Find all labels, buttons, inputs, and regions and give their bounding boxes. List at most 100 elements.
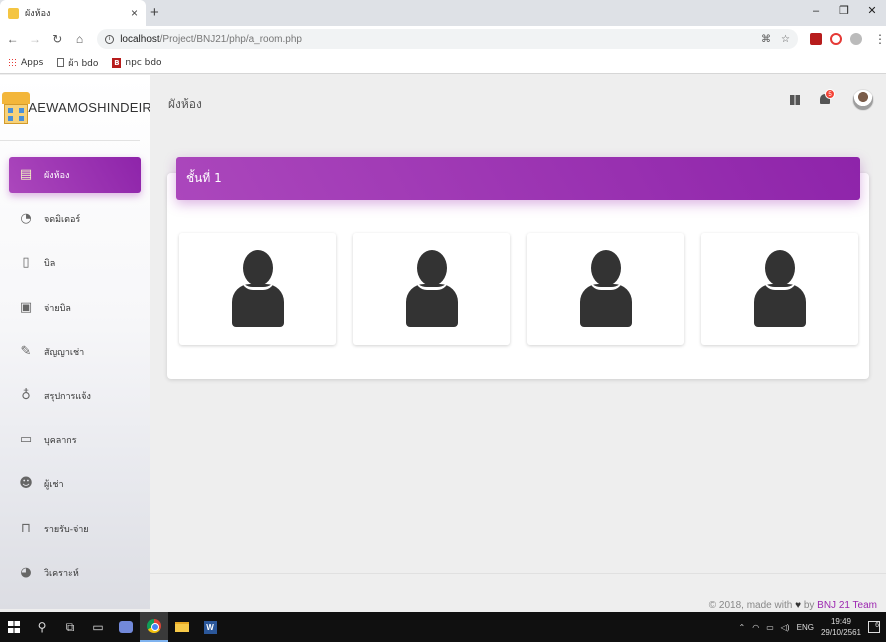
translate-icon[interactable]: ⌘	[761, 34, 771, 45]
footer: © 2018, made with ♥ by BNJ 21 Team	[708, 600, 877, 611]
sidebar-item-label: จ่ายบิล	[44, 303, 71, 314]
browser-tabbar: ผังห้อง × + – ❐ ✕	[0, 0, 886, 26]
url-host: localhost	[120, 33, 160, 45]
bookmark-apps[interactable]: Apps	[8, 58, 43, 68]
sidebar-item-label: วิเคราะห์	[44, 568, 79, 579]
chrome-icon	[147, 619, 161, 633]
sidebar-item-label: ผู้เช่า	[44, 480, 64, 491]
sidebar-item-label: ผังห้อง	[44, 171, 70, 181]
dashboard-icon[interactable]	[790, 95, 800, 105]
bdo-icon: B	[112, 57, 122, 68]
heart-icon: ♥	[795, 600, 802, 611]
person-icon	[579, 250, 632, 328]
sidebar-item-label: บิล	[44, 259, 56, 270]
window-controls: – ❐ ✕	[802, 0, 886, 26]
browser-menu-icon[interactable]: ⋮	[874, 32, 886, 46]
brand[interactable]: OMAEWAMOSHINDEIRU	[0, 75, 150, 141]
sidebar-item-tenants[interactable]: ☻ ผู้เช่า	[9, 466, 141, 502]
sidebar-item-staff[interactable]: ▭ บุคลากร	[9, 422, 141, 458]
lightbulb-icon: ♁	[21, 387, 31, 403]
building-icon: ▤	[19, 167, 33, 182]
url-input[interactable]: i localhost /Project/BNJ21/php/a_room.ph…	[97, 29, 799, 49]
room-card[interactable]	[527, 233, 684, 345]
search-icon[interactable]: ⚲	[28, 612, 56, 642]
address-bar-row: ← → ↻ ⌂ i localhost /Project/BNJ21/php/a…	[0, 26, 886, 52]
forward-icon[interactable]: →	[25, 32, 44, 46]
topnav-icons: 5	[790, 89, 874, 111]
back-icon[interactable]: ←	[3, 32, 22, 46]
close-window-icon[interactable]: ✕	[858, 0, 886, 26]
edit-icon: ✎	[20, 343, 32, 359]
id-card-icon: ▭	[19, 432, 33, 448]
floor-header: ชั้นที่ 1	[176, 157, 860, 200]
minimize-icon[interactable]: –	[802, 0, 830, 26]
bookmarks-bar: Apps ผ้า bdo Bnpc bdo	[0, 52, 886, 74]
sidebar-menu: ▤ ผังห้อง ◔ จดมิเตอร์ ▯ บิล ▣ จ่ายบิล ✎ …	[9, 157, 141, 599]
favicon-icon	[8, 7, 19, 19]
person-icon	[753, 250, 806, 328]
language-indicator[interactable]: ENG	[797, 623, 814, 632]
sidebar-item-label: บุคลากร	[44, 436, 77, 447]
window-app-icon[interactable]: ▭	[84, 612, 112, 642]
site-info-icon[interactable]: i	[105, 34, 115, 44]
pie-chart-icon: ◕	[20, 564, 32, 580]
task-view-icon[interactable]: ⧉	[56, 612, 84, 642]
extension-icon[interactable]	[810, 33, 823, 45]
maximize-icon[interactable]: ❐	[830, 0, 858, 26]
avatar[interactable]	[852, 89, 874, 111]
bookmark-1[interactable]: ผ้า bdo	[57, 56, 98, 70]
sidebar-item-income-expense[interactable]: ⊓ รายรับ-จ่าย	[9, 511, 141, 547]
home-icon[interactable]: ⌂	[70, 32, 89, 46]
shopping-bag-icon: ⊓	[20, 520, 32, 536]
opera-extension-icon[interactable]	[830, 33, 843, 45]
system-tray: ⌃ ◠ ▭ ◁) ENG 19:49 29/10/2561 6	[739, 612, 886, 642]
wifi-icon[interactable]: ◠	[752, 623, 759, 632]
tab-close-icon[interactable]: ×	[131, 6, 138, 20]
person-icon	[231, 250, 284, 328]
sidebar-item-report-summary[interactable]: ♁ สรุปการแจ้ง	[9, 378, 141, 414]
star-icon[interactable]: ☆	[781, 34, 790, 45]
sidebar-item-lease[interactable]: ✎ สัญญาเช่า	[9, 334, 141, 370]
folder-icon	[175, 622, 189, 632]
room-card[interactable]	[701, 233, 858, 345]
room-card[interactable]	[353, 233, 510, 345]
browser-tab[interactable]: ผังห้อง ×	[0, 0, 146, 26]
team-link[interactable]: BNJ 21 Team	[817, 600, 877, 611]
footer-divider	[150, 573, 886, 574]
sidebar-item-room-layout[interactable]: ▤ ผังห้อง	[9, 157, 141, 193]
tab-title: ผังห้อง	[25, 9, 51, 19]
floor-title: ชั้นที่ 1	[186, 171, 222, 185]
taskbar-chrome[interactable]	[140, 612, 168, 642]
clock[interactable]: 19:49 29/10/2561	[821, 616, 861, 638]
room-card[interactable]	[179, 233, 336, 345]
notification-badge: 5	[825, 89, 835, 99]
page-title: ผังห้อง	[168, 97, 202, 111]
url-path: /Project/BNJ21/php/a_room.php	[159, 33, 302, 45]
sidebar-item-label: รายรับ-จ่าย	[44, 524, 89, 535]
battery-icon[interactable]: ▭	[766, 623, 774, 632]
apps-grid-icon	[8, 58, 17, 67]
sidebar-item-label: จดมิเตอร์	[44, 215, 81, 226]
money-icon: ▣	[19, 299, 33, 315]
document-icon: ▯	[22, 255, 30, 271]
new-tab-button[interactable]: +	[150, 4, 159, 21]
start-button[interactable]	[0, 612, 28, 642]
users-icon: ☻	[19, 476, 33, 492]
chevron-up-icon[interactable]: ⌃	[739, 623, 746, 632]
taskbar-word[interactable]: W	[196, 612, 224, 642]
taskbar-explorer[interactable]	[168, 612, 196, 642]
sidebar-item-meter[interactable]: ◔ จดมิเตอร์	[9, 201, 141, 237]
taskbar-discord[interactable]	[112, 612, 140, 642]
sidebar-item-pay-bill[interactable]: ▣ จ่ายบิล	[9, 290, 141, 326]
volume-icon[interactable]: ◁)	[781, 623, 790, 632]
reload-icon[interactable]: ↻	[48, 32, 67, 46]
action-center-icon[interactable]: 6	[868, 621, 880, 633]
sidebar-item-label: สัญญาเช่า	[44, 347, 85, 358]
word-icon: W	[203, 620, 217, 634]
profile-avatar-icon[interactable]	[850, 33, 863, 45]
discord-icon	[119, 621, 133, 633]
sidebar-item-bill[interactable]: ▯ บิล	[9, 245, 141, 281]
sidebar-item-analysis[interactable]: ◕ วิเคราะห์	[9, 555, 141, 591]
notifications-button[interactable]: 5	[820, 89, 835, 106]
bookmark-2[interactable]: Bnpc bdo	[112, 57, 162, 68]
